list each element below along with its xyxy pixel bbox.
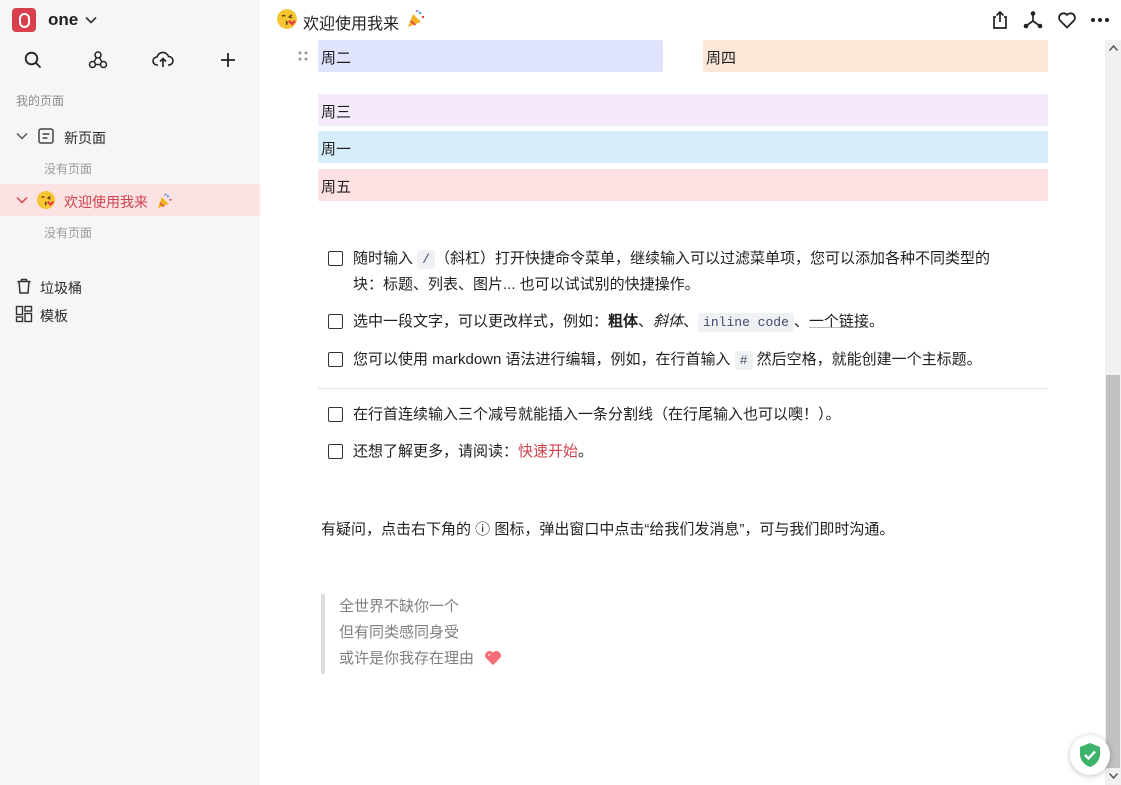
scroll-up-arrow[interactable] [1105, 40, 1121, 56]
horizontal-divider [318, 388, 1048, 389]
help-shield-button[interactable] [1070, 735, 1110, 775]
todo-checkbox[interactable] [328, 251, 343, 266]
empty-subpages-note: 没有页面 [44, 162, 93, 176]
todo-text[interactable]: 您可以使用 markdown 语法进行编辑，例如，在行首输入 # 然后空格，就能… [353, 347, 982, 374]
quote-line: 或许是你我存在理由 [339, 646, 502, 672]
todo-text-continued[interactable]: 块：标题、列表、图片... 也可以试试别的快捷操作。 [353, 272, 700, 298]
todo-checkbox[interactable] [328, 407, 343, 422]
page-title[interactable]: 欢迎使用我来 [303, 10, 399, 34]
day-block-tuesday[interactable]: 周二 [318, 40, 663, 72]
party-popper-icon [406, 9, 426, 29]
sidebar-item-trash[interactable]: 垃圾桶 [0, 273, 260, 299]
todo-checkbox[interactable] [328, 352, 343, 367]
heart-icon[interactable] [1055, 8, 1079, 32]
party-popper-icon [157, 193, 172, 209]
template-icon [15, 305, 33, 323]
day-block-friday[interactable]: 周五 [318, 169, 1048, 201]
sidebar-item-templates[interactable]: 模板 [0, 301, 260, 327]
add-page-button[interactable] [215, 46, 241, 74]
todo-checkbox[interactable] [328, 314, 343, 329]
section-title: 我的页面 [16, 94, 65, 108]
heart-icon [485, 650, 502, 666]
sidebar-item-new-page[interactable]: 新页面 [0, 120, 260, 152]
editor-content: 周二 周四 周三 周一 周五 随时输入 / （斜杠）打开快捷命令菜单，继续输入可以… [260, 40, 1105, 785]
sidebar-item-label: 新页面 [64, 130, 106, 146]
help-note[interactable]: 有疑问，点击右下角的 ⓘ 图标，弹出窗口中点击“给我们发消息”，可与我们即时沟通… [321, 518, 894, 539]
kissing-face-icon[interactable] [276, 8, 298, 30]
kissing-face-icon [36, 190, 56, 210]
sidebar-link-label: 模板 [40, 308, 68, 324]
graph-icon[interactable] [1021, 8, 1045, 32]
scroll-down-arrow[interactable] [1105, 768, 1121, 784]
empty-subpages-note: 没有页面 [44, 226, 93, 240]
todo-text[interactable]: 选中一段文字，可以更改样式，例如：粗体、斜体、 inline code 、一个链接。 [353, 309, 884, 336]
page-header: 欢迎使用我来 [260, 0, 1121, 40]
workspace-name: one [48, 10, 79, 29]
shield-check-icon [1080, 743, 1100, 767]
chevron-down-icon[interactable] [15, 193, 29, 207]
sidebar-link-label: 垃圾桶 [40, 280, 82, 296]
day-block-monday[interactable]: 周一 [318, 131, 1048, 163]
drag-handle-icon[interactable] [297, 50, 309, 64]
document-icon [36, 126, 56, 146]
chevron-down-icon[interactable] [15, 129, 29, 143]
trash-icon [15, 277, 33, 295]
sidebar-toolbar [0, 46, 260, 74]
workspace-logo [12, 8, 36, 32]
search-icon[interactable] [20, 46, 46, 74]
todo-text[interactable]: 随时输入 / （斜杠）打开快捷命令菜单，继续输入可以过滤菜单项，您可以添加各种不同… [353, 246, 990, 273]
graph-icon[interactable] [85, 46, 111, 74]
scrollbar-thumb[interactable] [1106, 375, 1120, 768]
blockquote[interactable]: 全世界不缺你一个 但有同类感同身受 或许是你我存在理由 [321, 594, 502, 674]
quote-line: 全世界不缺你一个 [339, 598, 460, 615]
quick-start-link[interactable]: 快速开始 [518, 443, 578, 460]
todo-checkbox[interactable] [328, 444, 343, 459]
share-icon[interactable] [988, 8, 1012, 32]
sidebar-item-welcome[interactable]: 欢迎使用我来 [0, 184, 260, 216]
todo-text[interactable]: 还想了解更多，请阅读：快速开始。 [353, 439, 593, 465]
day-block-thursday[interactable]: 周四 [703, 40, 1048, 72]
workspace-switcher[interactable]: one [12, 7, 98, 33]
sidebar: one 我的页面 新页面 没有页面 欢迎使用我来 没有页面 垃圾桶 模板 [0, 0, 260, 785]
cloud-upload-icon[interactable] [150, 46, 176, 74]
chevron-down-icon [84, 13, 98, 27]
day-block-wednesday[interactable]: 周三 [318, 94, 1048, 126]
todo-text[interactable]: 在行首连续输入三个减号就能插入一条分割线（在行尾输入也可以噢！）。 [353, 402, 841, 428]
more-icon[interactable] [1088, 8, 1112, 32]
quote-line: 但有同类感同身受 [339, 624, 460, 641]
sidebar-item-label: 欢迎使用我来 [64, 192, 173, 212]
